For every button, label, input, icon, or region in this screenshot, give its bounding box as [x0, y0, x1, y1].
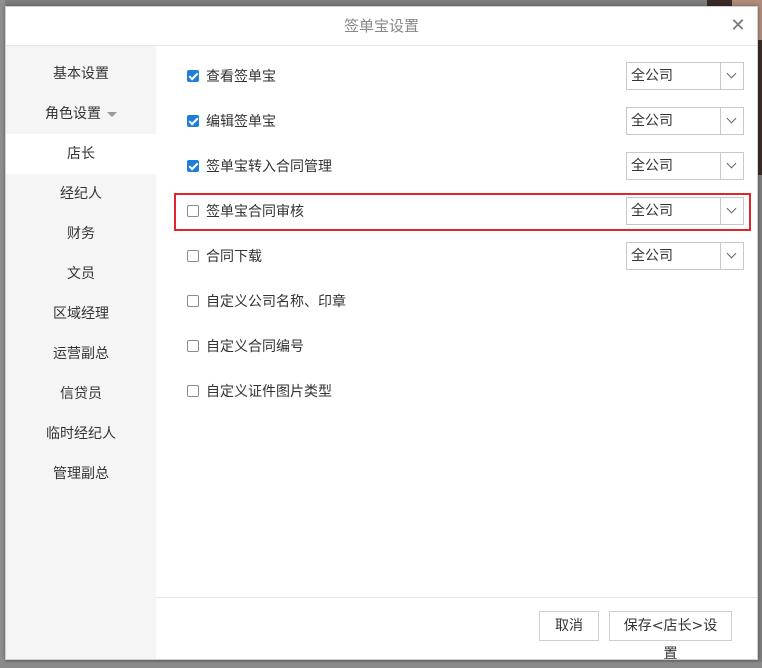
sidebar-item-finance[interactable]: 财务 [6, 214, 156, 254]
sidebar-item-label: 店长 [67, 146, 95, 162]
chevron-down-icon [720, 243, 743, 269]
sidebar-item-loan-officer[interactable]: 信贷员 [6, 374, 156, 414]
dialog-footer: 取消 保存<店长>设置 [156, 597, 757, 662]
sidebar-item-management-vp[interactable]: 管理副总 [6, 454, 156, 494]
sidebar-item-label: 管理副总 [53, 466, 109, 482]
sidebar-item-temp-agent[interactable]: 临时经纪人 [6, 414, 156, 454]
sidebar-item-regional-manager[interactable]: 区域经理 [6, 294, 156, 334]
permission-checkbox[interactable] [187, 205, 199, 217]
sidebar-item-label: 区域经理 [53, 306, 109, 322]
sidebar-item-basic-settings[interactable]: 基本设置 [6, 54, 156, 94]
permission-label: 签单宝合同审核 [206, 204, 304, 220]
permission-label: 合同下载 [206, 249, 262, 265]
permission-row: 签单宝转入合同管理 全公司 [156, 152, 757, 182]
role-sidebar: 基本设置 角色设置 店长 经纪人 财务 文员 区域经理 运营副总 信贷员 临时经… [6, 46, 156, 659]
scope-select-value: 全公司 [631, 68, 673, 84]
permission-checkbox[interactable] [187, 115, 199, 127]
permission-row: 合同下载 全公司 [156, 242, 757, 272]
sidebar-item-clerk[interactable]: 文员 [6, 254, 156, 294]
permission-label: 查看签单宝 [206, 69, 276, 85]
scope-select[interactable]: 全公司 [626, 152, 744, 180]
cancel-button[interactable]: 取消 [539, 611, 599, 641]
permission-row: 自定义证件图片类型 [156, 377, 757, 407]
scope-select-value: 全公司 [631, 203, 673, 219]
permission-label: 签单宝转入合同管理 [206, 159, 332, 175]
permission-row-highlighted: 签单宝合同审核 全公司 [156, 197, 757, 227]
scope-select[interactable]: 全公司 [626, 197, 744, 225]
settings-dialog: 签单宝设置 ✕ 基本设置 角色设置 店长 经纪人 财务 文员 区域经理 运营副总… [5, 6, 758, 662]
dialog-title: 签单宝设置 [343, 17, 419, 35]
permission-checkbox[interactable] [187, 70, 199, 82]
permission-row: 查看签单宝 全公司 [156, 62, 757, 92]
sidebar-item-label: 财务 [67, 226, 95, 242]
permission-label: 自定义合同编号 [206, 339, 304, 355]
close-icon[interactable]: ✕ [727, 15, 749, 37]
chevron-down-icon [720, 153, 743, 179]
sidebar-item-label: 临时经纪人 [46, 426, 116, 442]
permission-row: 编辑签单宝 全公司 [156, 107, 757, 137]
sidebar-item-label: 经纪人 [60, 186, 102, 202]
scope-select-value: 全公司 [631, 158, 673, 174]
chevron-down-icon [720, 198, 743, 224]
caret-down-icon [107, 111, 117, 117]
chevron-down-icon [720, 108, 743, 134]
scope-select[interactable]: 全公司 [626, 62, 744, 90]
permission-label: 自定义公司名称、印章 [206, 294, 346, 310]
sidebar-item-label: 运营副总 [53, 346, 109, 362]
permission-checkbox[interactable] [187, 160, 199, 172]
permission-content: 查看签单宝 全公司 编辑签单宝 全公司 签单宝转入合同管理 全公司 签单宝合同审… [156, 46, 757, 662]
scope-select[interactable]: 全公司 [626, 107, 744, 135]
permission-checkbox[interactable] [187, 340, 199, 352]
scope-select[interactable]: 全公司 [626, 242, 744, 270]
dialog-titlebar: 签单宝设置 ✕ [6, 7, 757, 46]
sidebar-item-operations-vp[interactable]: 运营副总 [6, 334, 156, 374]
sidebar-item-role-settings[interactable]: 角色设置 [6, 94, 156, 134]
sidebar-item-store-manager[interactable]: 店长 [6, 134, 156, 174]
scope-select-value: 全公司 [631, 113, 673, 129]
permission-checkbox[interactable] [187, 385, 199, 397]
sidebar-item-label: 信贷员 [60, 386, 102, 402]
sidebar-item-label: 角色设置 [45, 106, 101, 122]
permission-checkbox[interactable] [187, 250, 199, 262]
scope-select-value: 全公司 [631, 248, 673, 264]
permission-row: 自定义合同编号 [156, 332, 757, 362]
permission-row: 自定义公司名称、印章 [156, 287, 757, 317]
sidebar-item-label: 文员 [67, 266, 95, 282]
permission-checkbox[interactable] [187, 295, 199, 307]
sidebar-item-agent[interactable]: 经纪人 [6, 174, 156, 214]
permission-label: 自定义证件图片类型 [206, 384, 332, 400]
chevron-down-icon [720, 63, 743, 89]
save-button[interactable]: 保存<店长>设置 [609, 611, 732, 662]
permission-label: 编辑签单宝 [206, 114, 276, 130]
sidebar-item-label: 基本设置 [53, 66, 109, 82]
